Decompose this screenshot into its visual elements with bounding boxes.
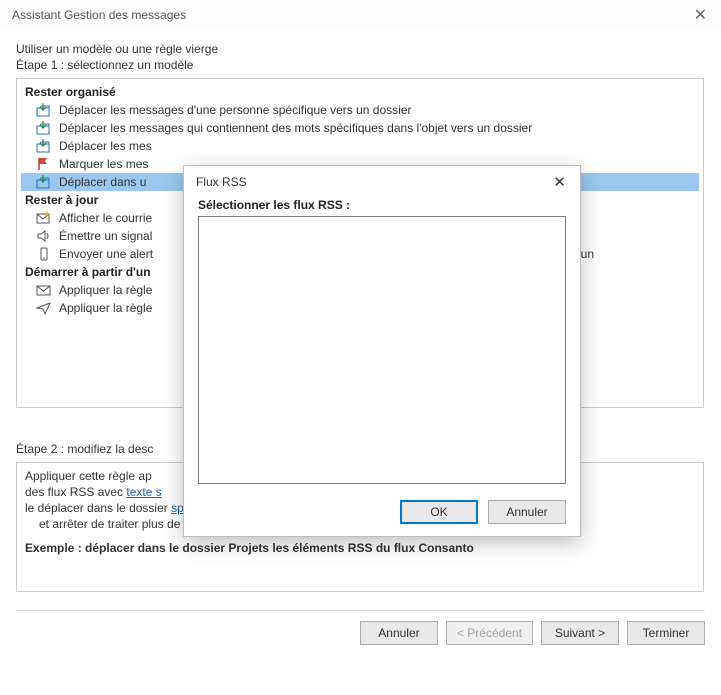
move-folder-icon (35, 138, 53, 154)
window-title: Assistant Gestion des messages (12, 8, 186, 22)
dialog-titlebar: Flux RSS ✕ (184, 166, 580, 198)
next-button[interactable]: Suivant > (541, 621, 619, 645)
rule-label: Appliquer la règle (59, 283, 152, 297)
ok-button[interactable]: OK (400, 500, 478, 524)
desc-text: des flux RSS avec (25, 485, 126, 499)
rule-label: Déplacer dans u (59, 175, 146, 189)
rule-item[interactable]: Déplacer les messages d'une personne spé… (21, 101, 699, 119)
rule-label: Déplacer les mes (59, 139, 152, 153)
rss-list[interactable] (198, 216, 566, 484)
cancel-button[interactable]: Annuler (360, 621, 438, 645)
close-icon[interactable]: ✕ (549, 173, 570, 191)
rule-label: Déplacer les messages qui contiennent de… (59, 121, 532, 135)
rule-label: Appliquer la règle (59, 301, 152, 315)
wizard-window: Assistant Gestion des messages ✕ Utilise… (0, 0, 721, 695)
dialog-title: Flux RSS (196, 175, 247, 189)
flag-icon (35, 156, 53, 172)
previous-button: < Précédent (446, 621, 533, 645)
move-folder-icon (35, 102, 53, 118)
titlebar: Assistant Gestion des messages ✕ (0, 0, 721, 30)
rule-label: Émettre un signal (59, 229, 152, 243)
wizard-footer: Annuler < Précédent Suivant > Terminer (0, 611, 721, 657)
send-icon (35, 300, 53, 316)
sound-icon (35, 228, 53, 244)
move-folder-icon (35, 174, 53, 190)
intro-line-1: Utiliser un modèle ou une règle vierge (16, 42, 705, 56)
dialog-label: Sélectionner les flux RSS : (198, 198, 566, 212)
intro-line-2: Étape 1 : sélectionnez un modèle (16, 58, 705, 72)
rule-item[interactable]: Déplacer les mes (21, 137, 699, 155)
rule-label: Afficher le courrie (59, 211, 152, 225)
group-header-organise: Rester organisé (21, 83, 699, 101)
desc-text: le déplacer dans le dossier (25, 501, 171, 515)
rule-label: Marquer les mes (59, 157, 148, 171)
mail-star-icon (35, 210, 53, 226)
rule-label: Envoyer une alert (59, 247, 153, 261)
dialog-body: Sélectionner les flux RSS : OK Annuler (184, 198, 580, 536)
desc-example: Exemple : déplacer dans le dossier Proje… (25, 541, 695, 555)
link-texte-specifique[interactable]: texte s (126, 485, 161, 499)
rule-item[interactable]: Déplacer les messages qui contiennent de… (21, 119, 699, 137)
close-icon[interactable]: ✕ (690, 5, 711, 25)
rule-label: Déplacer les messages d'une personne spé… (59, 103, 412, 117)
dialog-cancel-button[interactable]: Annuler (488, 500, 566, 524)
move-folder-icon (35, 120, 53, 136)
rss-dialog: Flux RSS ✕ Sélectionner les flux RSS : O… (183, 165, 581, 537)
dialog-footer: OK Annuler (198, 484, 566, 524)
mobile-icon (35, 246, 53, 262)
finish-button[interactable]: Terminer (627, 621, 705, 645)
mail-icon (35, 282, 53, 298)
